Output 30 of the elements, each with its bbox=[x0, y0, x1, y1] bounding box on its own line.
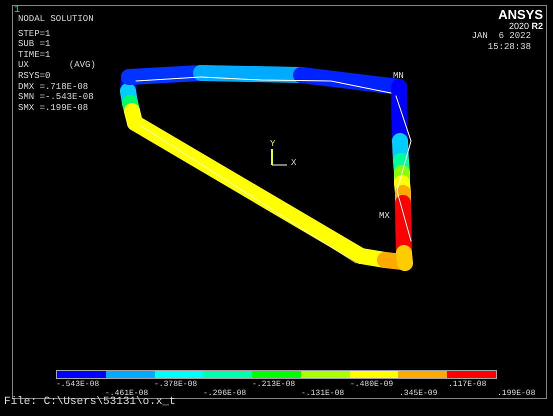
result-info-text: (AVG) bbox=[68, 60, 96, 71]
plot-title: NODAL SOLUTION bbox=[18, 14, 95, 25]
result-info-text: TIME=1 bbox=[18, 50, 50, 60]
date-text: JAN 6 2022 bbox=[472, 31, 531, 42]
legend-value: -.296E-08 bbox=[203, 389, 246, 398]
y-axis-label: Y bbox=[270, 139, 276, 149]
result-info-text: SUB =1 bbox=[18, 39, 50, 50]
legend-value: -.543E-08 bbox=[56, 380, 100, 389]
result-info-text: SMN =-.543E-08 bbox=[18, 92, 94, 103]
x-axis-label: X bbox=[291, 158, 296, 168]
axis-triad-icon bbox=[271, 149, 288, 166]
legend-value: -.480E-09 bbox=[350, 380, 394, 389]
legend-value: -.131E-08 bbox=[301, 389, 344, 398]
file-path-text: File: C:\Users\53131\o.x_t bbox=[4, 396, 176, 408]
window-number: 1 bbox=[14, 6, 20, 16]
legend-value: .117E-08 bbox=[448, 380, 486, 389]
result-info-text: DMX =.718E-08 bbox=[18, 82, 88, 92]
min-node-label: MN bbox=[393, 71, 404, 81]
legend-value: .345E-09 bbox=[399, 389, 438, 398]
legend-value: .199E-08 bbox=[497, 389, 536, 398]
time-text: 15:28:38 bbox=[488, 42, 531, 52]
logo-text: ANSYS bbox=[498, 8, 543, 21]
result-info-text: SMX =.199E-08 bbox=[18, 102, 88, 114]
result-info-text: RSYS=0 bbox=[18, 70, 50, 82]
version-text: 2020 R2 bbox=[508, 21, 543, 31]
result-info-text: STEP=1 bbox=[18, 28, 50, 40]
legend-value: -.213E-08 bbox=[252, 380, 296, 389]
legend-value: -.378E-08 bbox=[154, 380, 198, 389]
max-node-label: MX bbox=[379, 211, 390, 221]
result-info-text: UX bbox=[18, 60, 29, 71]
